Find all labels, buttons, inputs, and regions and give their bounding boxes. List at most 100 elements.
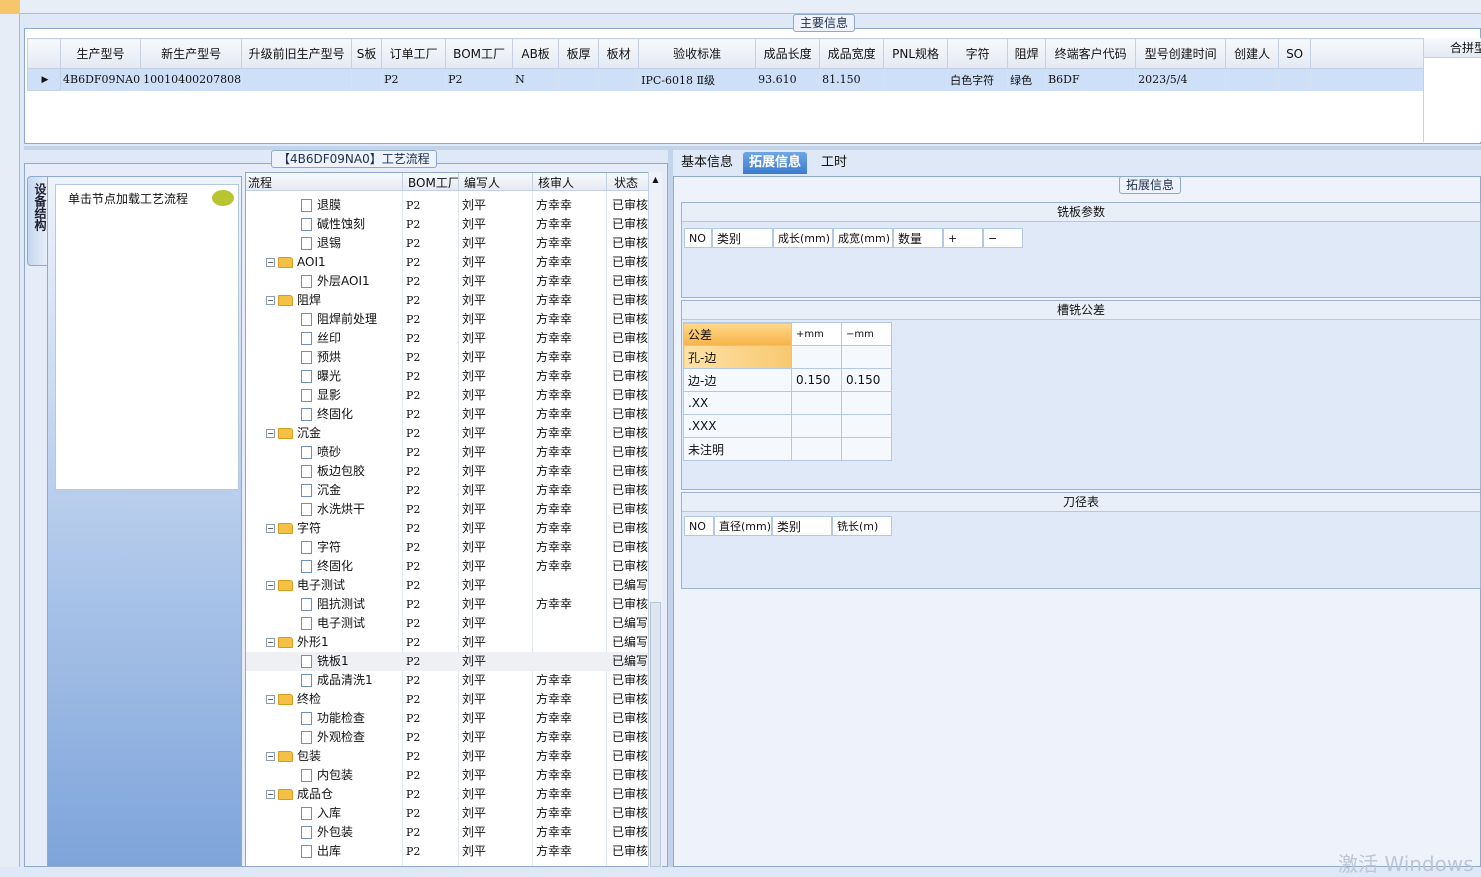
- mill-col-type[interactable]: 类别: [712, 228, 773, 248]
- tree-row[interactable]: 阻焊前处理 P2 刘平 方幸幸 已审核: [246, 310, 651, 329]
- main-col-header[interactable]: 字符: [947, 38, 1009, 69]
- collapse-icon[interactable]: −: [266, 752, 275, 761]
- main-cell[interactable]: IPC-6018 Ⅱ级: [638, 68, 757, 91]
- main-col-header[interactable]: 新生产型号: [140, 38, 243, 69]
- tree-node[interactable]: 阻焊前处理: [301, 310, 377, 329]
- tree-row[interactable]: 出库 P2 刘平 方幸幸 已审核: [246, 842, 651, 861]
- main-cell[interactable]: [598, 68, 640, 91]
- mill-col-length[interactable]: 成长(mm): [773, 228, 833, 248]
- tree-node[interactable]: 板边包胶: [301, 462, 365, 481]
- main-col-header[interactable]: 成品宽度: [819, 38, 885, 69]
- main-col-header[interactable]: 升级前旧生产型号: [241, 38, 353, 69]
- main-col-header[interactable]: BOM工厂: [445, 38, 514, 69]
- main-col-header[interactable]: 板材: [598, 38, 640, 69]
- tree-node[interactable]: − AOI1: [266, 253, 326, 272]
- tol-value-cell[interactable]: 0.150: [791, 368, 842, 392]
- main-col-header[interactable]: SO: [1278, 38, 1312, 69]
- tree-row[interactable]: − 沉金 P2 刘平 方幸幸 已审核: [246, 424, 651, 443]
- tree-scrollbar[interactable]: ▲: [648, 172, 662, 867]
- tree-node[interactable]: 成品清洗1: [301, 671, 373, 690]
- main-col-header[interactable]: 板厚: [558, 38, 600, 69]
- tree-row[interactable]: − 终检 P2 刘平 方幸幸 已审核: [246, 690, 651, 709]
- tree-row[interactable]: 板边包胶 P2 刘平 方幸幸 已审核: [246, 462, 651, 481]
- highlight-cell[interactable]: [1310, 68, 1425, 91]
- main-col-header[interactable]: 成品长度: [755, 38, 821, 69]
- knife-col-length[interactable]: 铣长(m): [832, 516, 892, 536]
- mill-col-no[interactable]: NO: [684, 228, 712, 248]
- tree-row[interactable]: 预烘 P2 刘平 方幸幸 已审核: [246, 348, 651, 367]
- collapse-icon[interactable]: −: [266, 258, 275, 267]
- tol-value-cell[interactable]: [791, 414, 842, 438]
- tree-row[interactable]: 曝光 P2 刘平 方幸幸 已审核: [246, 367, 651, 386]
- tol-value-cell[interactable]: [841, 414, 892, 438]
- tree-row[interactable]: 喷砂 P2 刘平 方幸幸 已审核: [246, 443, 651, 462]
- tree-row[interactable]: 终固化 P2 刘平 方幸幸 已审核: [246, 557, 651, 576]
- tree-node[interactable]: 出库: [301, 842, 341, 861]
- main-col-header[interactable]: 生产型号: [59, 38, 142, 69]
- main-col-header[interactable]: PNL规格: [883, 38, 949, 69]
- tree-row[interactable]: 字符 P2 刘平 方幸幸 已审核: [246, 538, 651, 557]
- equipment-structure-tab[interactable]: 设备结构: [27, 176, 49, 266]
- tree-row[interactable]: 内包装 P2 刘平 方幸幸 已审核: [246, 766, 651, 785]
- mill-remove-button[interactable]: −: [983, 228, 1023, 248]
- tree-node[interactable]: 曝光: [301, 367, 341, 386]
- tree-row[interactable]: − 字符 P2 刘平 方幸幸 已审核: [246, 519, 651, 538]
- mill-col-qty[interactable]: 数量: [893, 228, 943, 248]
- combine-column-header[interactable]: 合拼型: [1424, 38, 1481, 58]
- collapse-icon[interactable]: −: [266, 695, 275, 704]
- tree-node[interactable]: 外观检查: [301, 728, 365, 747]
- knife-col-type[interactable]: 类别: [772, 516, 832, 536]
- tree-node[interactable]: 内包装: [301, 766, 353, 785]
- tree-row[interactable]: 外观检查 P2 刘平 方幸幸 已审核: [246, 728, 651, 747]
- collapse-icon[interactable]: −: [266, 524, 275, 533]
- main-cell[interactable]: 绿色: [1007, 68, 1047, 91]
- tree-node[interactable]: 字符: [301, 538, 341, 557]
- tol-value-cell[interactable]: [791, 345, 842, 369]
- main-cell[interactable]: [883, 68, 949, 91]
- mill-add-button[interactable]: +: [943, 228, 983, 248]
- knife-col-diameter[interactable]: 直径(mm): [714, 516, 772, 536]
- tree-node[interactable]: 沉金: [301, 481, 341, 500]
- scroll-up-arrow[interactable]: ▲: [649, 172, 662, 188]
- main-col-header[interactable]: 型号创建时间: [1135, 38, 1227, 69]
- tree-row[interactable]: 功能检查 P2 刘平 方幸幸 已审核: [246, 709, 651, 728]
- tree-row[interactable]: − AOI1 P2 刘平 方幸幸 已审核: [246, 253, 651, 272]
- tree-node[interactable]: − 外形1: [266, 633, 329, 652]
- main-col-header[interactable]: AB板: [512, 38, 560, 69]
- tree-row[interactable]: 外包装 P2 刘平 方幸幸 已审核: [246, 823, 651, 842]
- main-cell[interactable]: 白色字符: [947, 68, 1009, 91]
- tree-node[interactable]: 退膜: [301, 196, 341, 215]
- tree-node[interactable]: 入库: [301, 804, 341, 823]
- tree-row[interactable]: 成品清洗1 P2 刘平 方幸幸 已审核: [246, 671, 651, 690]
- tree-node[interactable]: − 电子测试: [266, 576, 345, 595]
- tab-work-hours[interactable]: 工时: [815, 152, 853, 174]
- knife-col-no[interactable]: NO: [684, 516, 714, 536]
- main-cell[interactable]: [351, 68, 383, 91]
- tree-node[interactable]: 喷砂: [301, 443, 341, 462]
- tree-node[interactable]: − 包装: [266, 747, 321, 766]
- main-cell[interactable]: 10010400207808: [140, 68, 243, 91]
- tree-row[interactable]: 碱性蚀刻 P2 刘平 方幸幸 已审核: [246, 215, 651, 234]
- tree-row[interactable]: 铣板1 P2 刘平 已编写: [246, 652, 651, 671]
- col-writer[interactable]: 编写人: [464, 174, 500, 191]
- tree-node[interactable]: − 沉金: [266, 424, 321, 443]
- tree-node[interactable]: 阻抗测试: [301, 595, 365, 614]
- tree-node[interactable]: 外层AOI1: [301, 272, 370, 291]
- tree-row[interactable]: 水洗烘干 P2 刘平 方幸幸 已审核: [246, 500, 651, 519]
- tree-row[interactable]: 入库 P2 刘平 方幸幸 已审核: [246, 804, 651, 823]
- tree-node[interactable]: 丝印: [301, 329, 341, 348]
- main-cell[interactable]: P2: [381, 68, 447, 91]
- row-indicator[interactable]: ▶: [27, 68, 61, 91]
- tree-row[interactable]: 退膜 P2 刘平 方幸幸 已审核: [246, 196, 651, 215]
- main-cell[interactable]: N: [512, 68, 560, 91]
- col-reviewer[interactable]: 核审人: [538, 174, 574, 191]
- tree-node[interactable]: − 成品仓: [266, 785, 333, 804]
- tol-value-cell[interactable]: [791, 391, 842, 415]
- main-col-header[interactable]: 订单工厂: [381, 38, 447, 69]
- tree-row[interactable]: 显影 P2 刘平 方幸幸 已审核: [246, 386, 651, 405]
- main-cell[interactable]: 2023/5/4: [1135, 68, 1227, 91]
- main-cell[interactable]: 4B6DF09NA0: [60, 68, 142, 91]
- tol-value-cell[interactable]: [791, 437, 842, 461]
- collapse-icon[interactable]: −: [266, 790, 275, 799]
- tree-row[interactable]: − 电子测试 P2 刘平 已编写: [246, 576, 651, 595]
